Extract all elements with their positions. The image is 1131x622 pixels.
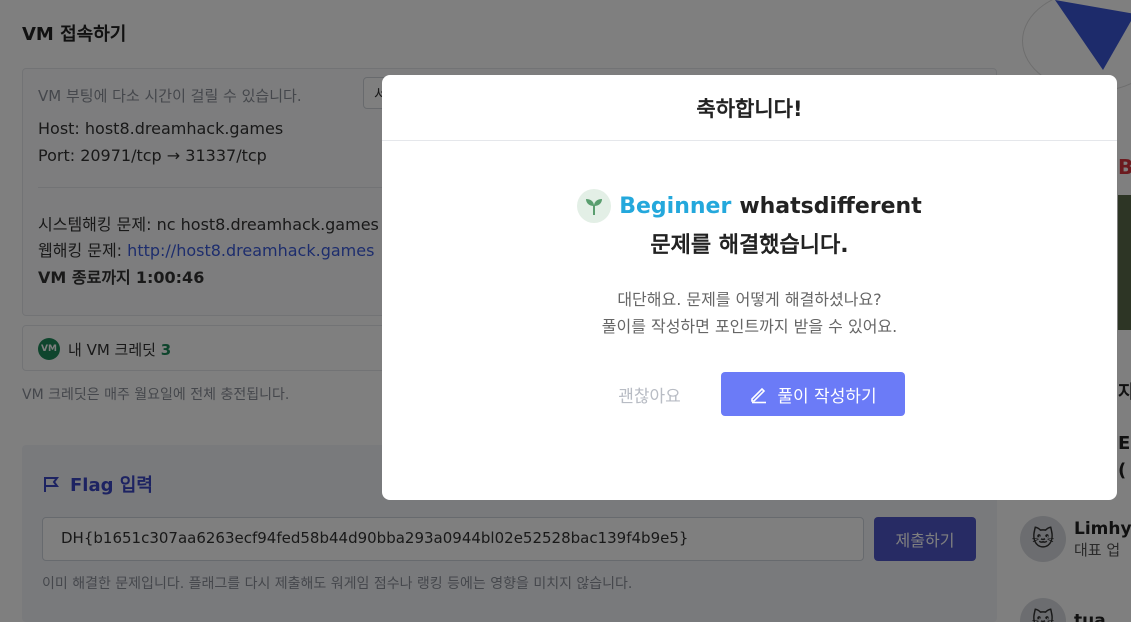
- write-solution-button[interactable]: 풀이 작성하기: [721, 372, 905, 416]
- congrats-modal: 축하합니다! Beginner whatsdifferent 문제를 해결했습니…: [382, 75, 1117, 500]
- level-label: Beginner: [619, 193, 732, 219]
- challenge-name: whatsdifferent: [739, 193, 922, 219]
- modal-desc-line1: 대단해요. 문제를 어떻게 해결하셨나요?: [617, 290, 882, 309]
- modal-desc-line2: 풀이를 작성하면 포인트까지 받을 수 있어요.: [601, 317, 898, 336]
- write-solution-label: 풀이 작성하기: [777, 386, 877, 407]
- sprout-icon: [577, 189, 612, 223]
- challenge-line: Beginner whatsdifferent: [382, 189, 1117, 223]
- solved-text: 문제를 해결했습니다.: [650, 233, 849, 258]
- later-button[interactable]: 괜찮아요: [597, 372, 702, 416]
- pencil-icon: [751, 387, 767, 404]
- modal-title: 축하합니다!: [382, 75, 1117, 141]
